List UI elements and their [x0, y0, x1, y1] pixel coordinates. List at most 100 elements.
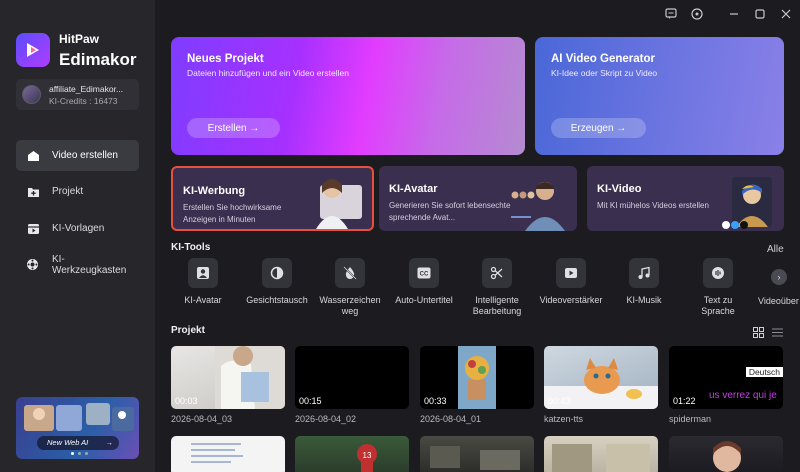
sidebar-item-ki-vorlagen[interactable]: KI-Vorlagen: [16, 213, 139, 244]
project-duration: 00:15: [299, 396, 322, 406]
sidebar-item-projekt[interactable]: Projekt: [16, 176, 139, 207]
project-thumbnail[interactable]: [420, 436, 534, 472]
template-icon: [26, 222, 40, 236]
sidebar-item-ki-werkzeugkasten[interactable]: KI-Werkzeugkasten: [16, 249, 139, 280]
svg-text:13: 13: [363, 451, 372, 460]
watermark-remove-icon: [335, 258, 365, 288]
tool-label: Auto-Untertitel: [395, 295, 453, 305]
tool-ki-avatar[interactable]: KI-Avatar: [171, 258, 235, 306]
svg-text:CC: CC: [420, 272, 429, 278]
tts-icon: [703, 258, 733, 288]
feature-card-ki-video[interactable]: KI-Video Mit KI mühelos Videos erstellen: [587, 166, 784, 231]
project-thumbnail[interactable]: 00:03: [171, 346, 285, 409]
project-thumbnail[interactable]: Deutsch us verrez qui je 01:22: [669, 346, 783, 409]
create-button[interactable]: Erstellen →: [187, 118, 280, 138]
folder-plus-icon: [26, 185, 40, 199]
project-thumbnail[interactable]: [544, 436, 658, 472]
project-name[interactable]: 2026-08-04_02: [295, 414, 356, 424]
project-name[interactable]: spiderman: [669, 414, 711, 424]
avatar-man-image: [511, 182, 565, 231]
minimize-icon[interactable]: [727, 7, 741, 21]
sidebar-item-label: KI-Vorlagen: [52, 223, 105, 234]
project-name[interactable]: 2026-08-04_01: [420, 414, 481, 424]
brand-line2: Edimakor: [59, 50, 137, 69]
project-duration: 00:43: [548, 396, 571, 406]
chevron-right-icon[interactable]: ›: [771, 269, 787, 285]
sidebar: HitPaw Edimakor affiliate_Edimakor... KI…: [0, 0, 155, 472]
feature-card-ki-werbung[interactable]: KI-Werbung Erstellen Sie hochwirksame An…: [171, 166, 374, 231]
project-thumbnail[interactable]: [669, 436, 783, 472]
project-thumbnail[interactable]: [171, 436, 285, 472]
tool-label: KI-Musik: [626, 295, 662, 305]
tool-gesichtstausch[interactable]: Gesichtstausch: [245, 258, 309, 306]
pearl-earring-image: [722, 177, 772, 229]
feature-subtitle: Mit KI mühelos Videos erstellen: [597, 201, 709, 210]
edimakor-logo-icon: [16, 33, 50, 67]
language-tag: Deutsch: [745, 367, 783, 377]
avatar-icon: [188, 258, 218, 288]
new-project-title: Neues Projekt: [187, 53, 264, 65]
ai-generator-subtitle: KI-Idee oder Skript zu Video: [551, 68, 658, 78]
maximize-icon[interactable]: [753, 7, 767, 21]
avatar: [22, 85, 41, 104]
project-thumbnail[interactable]: 13: [295, 436, 409, 472]
feature-title: KI-Video: [597, 183, 642, 195]
project-thumbnail[interactable]: 00:43: [544, 346, 658, 409]
feature-subtitle: Erstellen Sie hochwirksame Anzeigen in M…: [183, 203, 282, 224]
list-view-icon[interactable]: [772, 327, 783, 338]
arrow-right-icon: →: [105, 438, 114, 447]
music-icon: [629, 258, 659, 288]
project-thumbnail[interactable]: 00:33: [420, 346, 534, 409]
video-enhance-icon: [556, 258, 586, 288]
new-project-subtitle: Dateien hinzufügen und ein Video erstell…: [187, 68, 349, 78]
account-credits: KI-Credits : 16473: [49, 96, 118, 106]
feature-title: KI-Werbung: [183, 185, 246, 197]
generate-button[interactable]: Erzeugen →: [551, 118, 646, 138]
sidebar-item-label: Projekt: [52, 186, 84, 197]
account-name: affiliate_Edimakor...: [49, 84, 124, 94]
new-project-card[interactable]: Neues Projekt Dateien hinzufügen und ein…: [171, 37, 525, 155]
tool-wasserzeichen-weg[interactable]: Wasserzeichen weg: [318, 258, 382, 317]
toolbox-icon: [26, 258, 40, 272]
promo-banner[interactable]: New Web AI →: [16, 397, 139, 459]
ai-video-generator-card[interactable]: AI Video Generator KI-Idee oder Skript z…: [535, 37, 784, 155]
close-icon[interactable]: [779, 7, 793, 21]
tool-label: Gesichtstausch: [246, 295, 308, 305]
tool-label: Videoüber: [758, 296, 799, 306]
home-icon: [26, 149, 40, 163]
account-card[interactable]: affiliate_Edimakor... KI-Credits : 16473: [16, 79, 139, 110]
all-tools-link[interactable]: Alle: [767, 244, 784, 255]
tool-label: Intelligente Bearbeitung: [472, 295, 522, 316]
tool-intelligente-bearbeitung[interactable]: Intelligente Bearbeitung: [465, 258, 529, 317]
tool-auto-untertitel[interactable]: CC Auto-Untertitel: [392, 258, 456, 306]
promo-label: New Web AI →: [37, 436, 119, 450]
face-swap-icon: [262, 258, 292, 288]
project-duration: 00:03: [175, 396, 198, 406]
project-name[interactable]: 2026-08-04_03: [171, 414, 232, 424]
ai-generator-title: AI Video Generator: [551, 53, 655, 65]
smart-edit-icon: [482, 258, 512, 288]
feature-card-ki-avatar[interactable]: KI-Avatar Generieren Sie sofort lebensec…: [379, 166, 577, 231]
tool-label: Text zu Sprache: [701, 295, 735, 316]
tool-label: KI-Avatar: [184, 295, 222, 305]
project-duration: 00:33: [424, 396, 447, 406]
project-duration: 01:22: [673, 396, 696, 406]
feedback-icon[interactable]: [664, 7, 678, 21]
sidebar-item-label: Video erstellen: [52, 150, 118, 161]
tool-ki-musik[interactable]: KI-Musik: [612, 258, 676, 306]
cc-icon: CC: [409, 258, 439, 288]
tools-section-title: KI-Tools: [171, 242, 211, 253]
tool-videoverstaerker[interactable]: Videoverstärker: [539, 258, 603, 306]
tool-text-zu-sprache[interactable]: Text zu Sprache: [686, 258, 750, 317]
subtitle-overlay: us verrez qui je: [709, 390, 777, 401]
projects-section-title: Projekt: [171, 325, 205, 336]
project-thumbnail[interactable]: 00:15: [295, 346, 409, 409]
history-icon[interactable]: [690, 7, 704, 21]
sidebar-item-video-erstellen[interactable]: Video erstellen: [16, 140, 139, 171]
promo-pagination[interactable]: [71, 452, 88, 455]
tool-label: Videoverstärker: [539, 295, 603, 305]
grid-view-icon[interactable]: [753, 327, 764, 338]
project-name[interactable]: katzen-tts: [544, 414, 583, 424]
feature-subtitle: Generieren Sie sofort lebensechte sprech…: [389, 201, 511, 222]
feature-title: KI-Avatar: [389, 183, 438, 195]
